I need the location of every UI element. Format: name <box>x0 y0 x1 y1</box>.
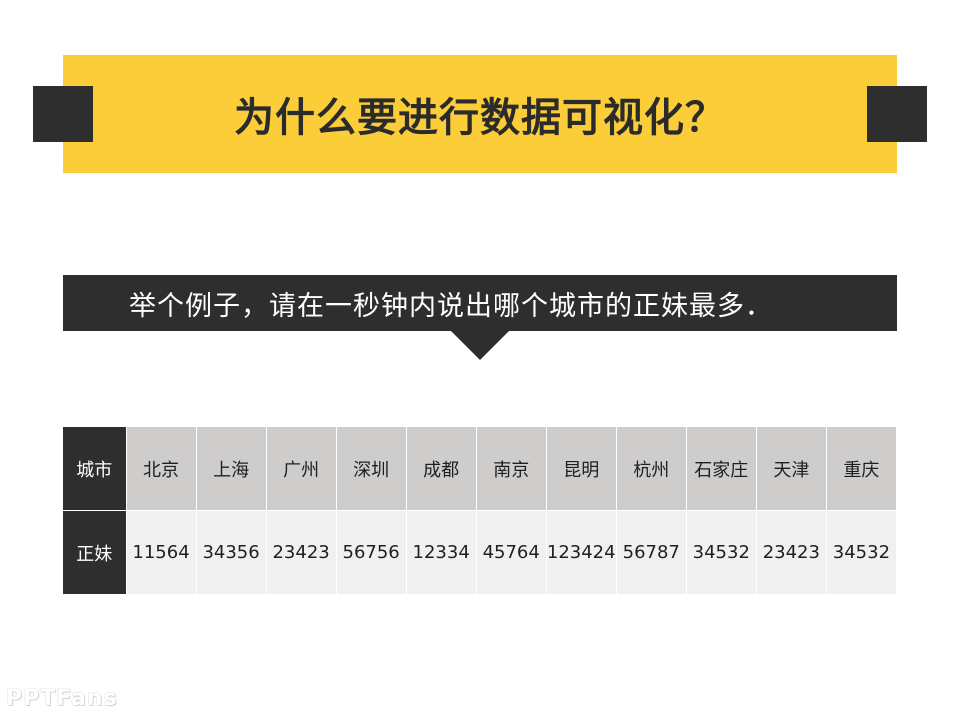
count-row: 正妹 11564 34356 23423 56756 12334 45764 1… <box>63 510 898 594</box>
watermark-logo: PPTFans <box>6 686 118 711</box>
row-header-city: 城市 <box>63 427 127 511</box>
table-cell-city: 重庆 <box>826 427 898 511</box>
table-cell-city: 昆明 <box>546 427 617 511</box>
callout-pointer <box>451 331 509 360</box>
table-cell-city: 杭州 <box>616 427 687 511</box>
table-cell-count: 23423 <box>756 510 827 594</box>
table-cell-city: 南京 <box>476 427 547 511</box>
table-cell-count: 34532 <box>826 510 898 594</box>
table-cell-count: 123424 <box>546 510 617 594</box>
table-cell-count: 23423 <box>266 510 337 594</box>
table-cell-count: 56756 <box>336 510 407 594</box>
city-data-table: 城市 北京 上海 广州 深圳 成都 南京 昆明 杭州 石家庄 天津 重庆 正妹 … <box>63 427 898 594</box>
table-cell-city: 上海 <box>196 427 267 511</box>
table-cell-count: 11564 <box>126 510 197 594</box>
callout-text: 举个例子，请在一秒钟内说出哪个城市的正妹最多． <box>129 290 773 322</box>
table-cell-count: 56787 <box>616 510 687 594</box>
table-cell-city: 成都 <box>406 427 477 511</box>
city-row: 城市 北京 上海 广州 深圳 成都 南京 昆明 杭州 石家庄 天津 重庆 <box>63 427 898 511</box>
table-cell-city: 石家庄 <box>686 427 757 511</box>
table-cell-count: 45764 <box>476 510 547 594</box>
callout-box: 举个例子，请在一秒钟内说出哪个城市的正妹最多． <box>63 275 897 331</box>
slide-title: 为什么要进行数据可视化？ <box>234 95 726 141</box>
row-header-count: 正妹 <box>63 510 127 594</box>
table-cell-city: 广州 <box>266 427 337 511</box>
table-cell-city: 深圳 <box>336 427 407 511</box>
table-cell-count: 34356 <box>196 510 267 594</box>
table-cell-city: 北京 <box>126 427 197 511</box>
table-cell-city: 天津 <box>756 427 827 511</box>
table-cell-count: 34532 <box>686 510 757 594</box>
table-cell-count: 12334 <box>406 510 477 594</box>
